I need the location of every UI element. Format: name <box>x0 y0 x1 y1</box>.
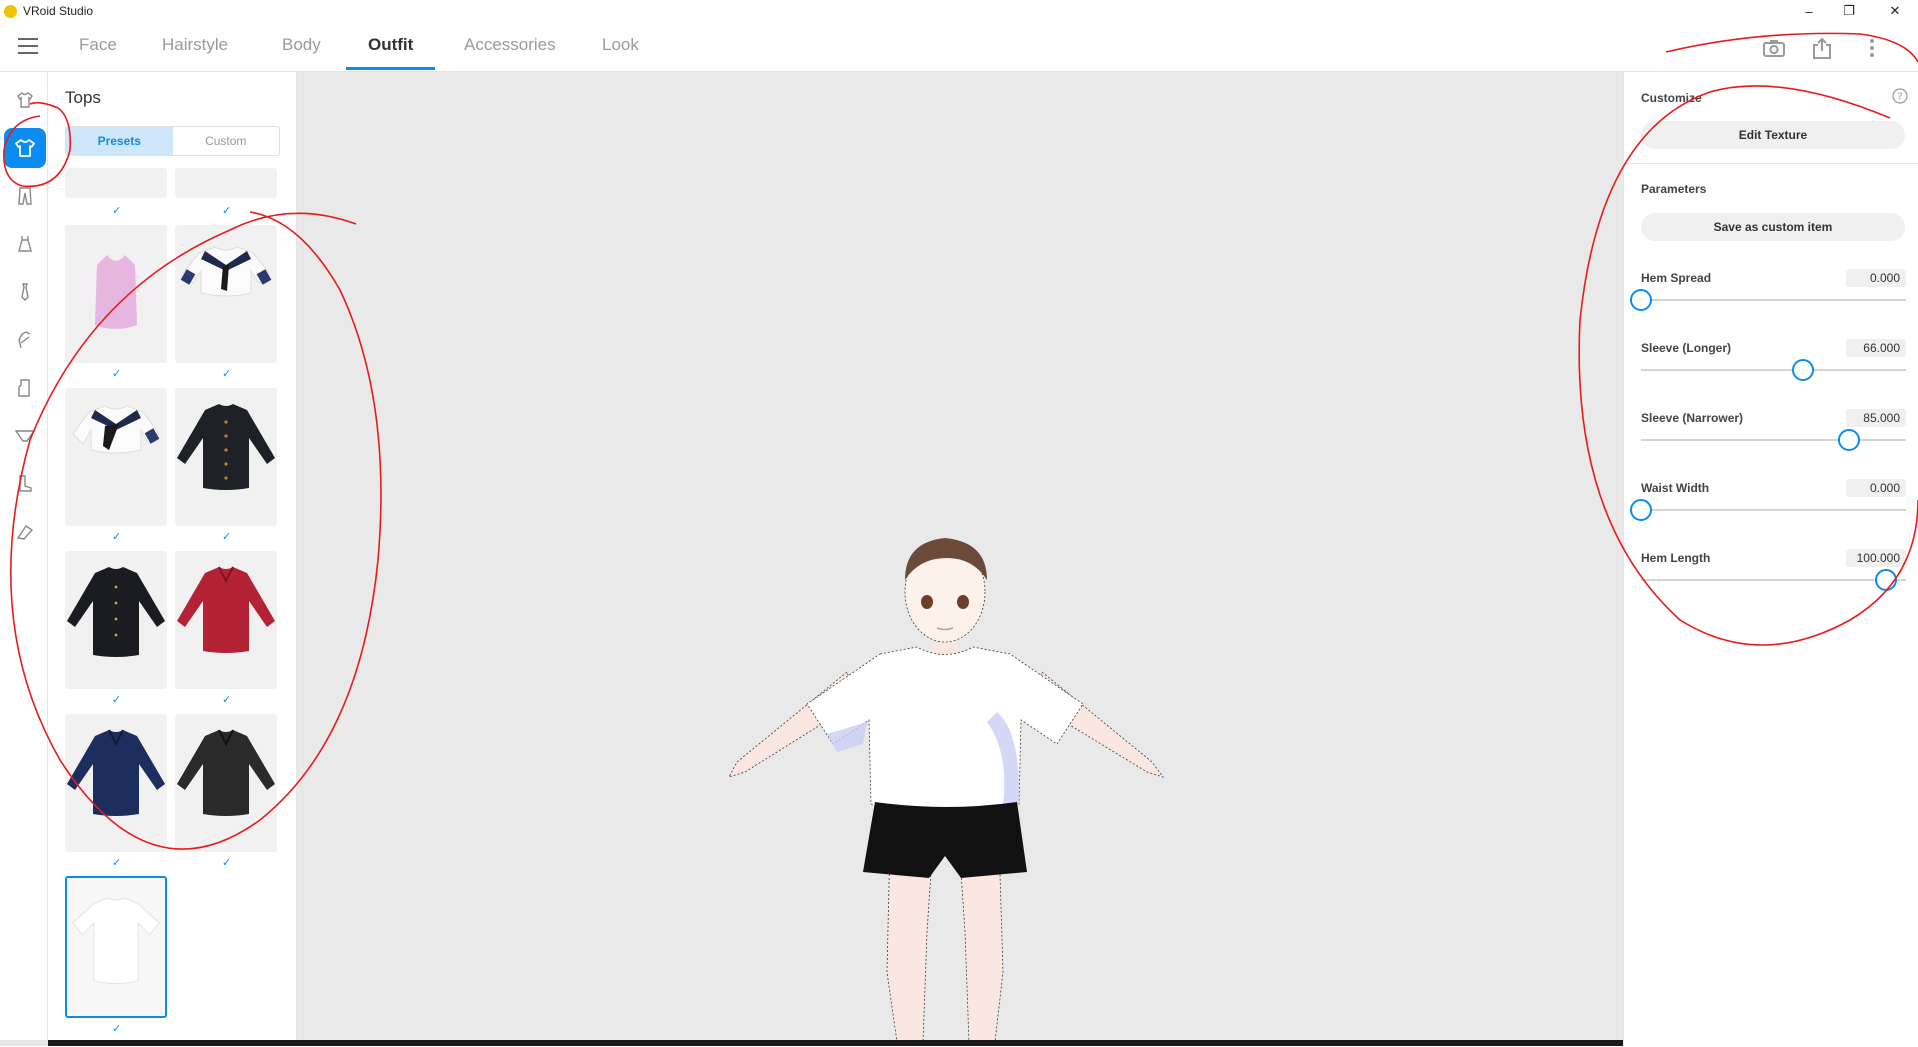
check-icon: ✓ <box>112 857 122 869</box>
tab-body[interactable]: Body <box>282 34 321 70</box>
tab-outfit[interactable]: Outfit <box>345 34 436 70</box>
check-icon: ✓ <box>222 205 232 217</box>
shirt-icon[interactable] <box>4 128 46 168</box>
slider-track[interactable] <box>1641 579 1906 581</box>
slider-track[interactable] <box>1641 299 1906 301</box>
divider <box>1624 163 1918 164</box>
glove-icon[interactable] <box>9 324 41 356</box>
export-icon[interactable] <box>1810 36 1834 60</box>
panel-title: Tops <box>65 88 101 107</box>
camera-icon[interactable] <box>1762 36 1786 60</box>
param-label: Hem Length <box>1641 551 1711 565</box>
tab-look[interactable]: Look <box>602 34 639 70</box>
edit-texture-button[interactable]: Edit Texture <box>1641 121 1905 149</box>
param-value-field[interactable]: 85.000 <box>1846 409 1906 427</box>
avatar-model <box>728 538 1165 1043</box>
category-rail <box>0 72 48 1046</box>
check-icon: ✓ <box>222 694 232 706</box>
param-value-field[interactable]: 100.000 <box>1846 549 1906 567</box>
preset-item-navy-jacket[interactable] <box>65 714 167 852</box>
param-label: Hem Spread <box>1641 271 1712 285</box>
slider-track[interactable] <box>1641 509 1906 511</box>
more-vert-icon[interactable] <box>1860 36 1884 60</box>
check-icon: ✓ <box>112 694 122 706</box>
preset-item[interactable] <box>65 168 167 198</box>
slider-handle[interactable] <box>1630 499 1652 521</box>
parameters-title: Parameters <box>1641 182 1707 196</box>
param-value-field[interactable]: 0.000 <box>1846 479 1906 497</box>
preset-item-red-jacket[interactable] <box>175 551 277 689</box>
preset-item-sailor-short[interactable] <box>175 225 277 363</box>
param-label: Sleeve (Narrower) <box>1641 411 1744 425</box>
tab-hairstyle[interactable]: Hairstyle <box>162 34 228 70</box>
slider-handle[interactable] <box>1630 289 1652 311</box>
custom-tab[interactable]: Custom <box>173 127 280 155</box>
preset-item[interactable] <box>175 168 277 198</box>
preset-custom-toggle: Presets Custom <box>65 126 280 156</box>
preset-item-white-tshirt[interactable] <box>65 876 167 1018</box>
check-icon: ✓ <box>222 857 232 869</box>
param-value-field[interactable]: 0.000 <box>1846 269 1906 287</box>
check-icon: ✓ <box>222 531 232 543</box>
tab-accessories[interactable]: Accessories <box>464 34 556 70</box>
dress-icon[interactable] <box>9 228 41 260</box>
preset-item-dark-gray-jacket[interactable] <box>175 714 277 852</box>
vroid-logo-icon <box>4 5 17 18</box>
shirt-outline-icon[interactable] <box>9 84 41 116</box>
app-title: VRoid Studio <box>23 4 94 18</box>
shoe-icon[interactable] <box>9 468 41 500</box>
param-label: Waist Width <box>1641 481 1710 495</box>
underwear-icon[interactable] <box>9 420 41 452</box>
check-icon: ✓ <box>112 1023 122 1035</box>
socks-icon[interactable] <box>9 372 41 404</box>
pants-icon[interactable] <box>9 180 41 212</box>
preset-item-pink-vest[interactable] <box>65 225 167 363</box>
model-viewport[interactable] <box>297 72 1623 1043</box>
slider-handle[interactable] <box>1838 429 1860 451</box>
help-icon[interactable]: ? <box>1892 88 1908 104</box>
preset-item-black-gakuran-2[interactable] <box>65 551 167 689</box>
preset-item-black-gakuran[interactable] <box>175 388 277 526</box>
check-icon: ✓ <box>222 368 232 380</box>
customize-title: Customize <box>1641 91 1702 105</box>
param-value-field[interactable]: 66.000 <box>1846 339 1906 357</box>
param-label: Sleeve (Longer) <box>1641 341 1732 355</box>
check-icon: ✓ <box>112 368 122 380</box>
hamburger-menu-icon[interactable] <box>18 38 38 54</box>
tie-icon[interactable] <box>9 276 41 308</box>
accessory-icon[interactable] <box>9 516 41 548</box>
slider-handle[interactable] <box>1875 569 1897 591</box>
main-nav: Face Hairstyle Body Outfit Accessories L… <box>0 22 1918 72</box>
svg-text:?: ? <box>1897 92 1902 103</box>
preset-item-sailor-tie[interactable] <box>65 388 167 526</box>
check-icon: ✓ <box>112 205 122 217</box>
check-icon: ✓ <box>112 531 122 543</box>
tab-face[interactable]: Face <box>79 34 117 70</box>
slider-track[interactable] <box>1641 369 1906 371</box>
save-custom-item-button[interactable]: Save as custom item <box>1641 213 1905 241</box>
slider-track[interactable] <box>1641 439 1906 441</box>
slider-handle[interactable] <box>1792 359 1814 381</box>
tops-panel: Tops Presets Custom ✓ ✓ ✓ ✓ ✓ ✓ ✓ ✓ ✓ ✓ <box>48 72 297 1046</box>
presets-tab[interactable]: Presets <box>66 127 173 155</box>
customize-panel: Customize ? Edit Texture Parameters Save… <box>1623 72 1918 1046</box>
title-bar: VRoid Studio – ❐ ✕ <box>0 0 1918 22</box>
close-button[interactable]: ✕ <box>1872 0 1918 22</box>
restore-button[interactable]: ❐ <box>1826 0 1872 22</box>
